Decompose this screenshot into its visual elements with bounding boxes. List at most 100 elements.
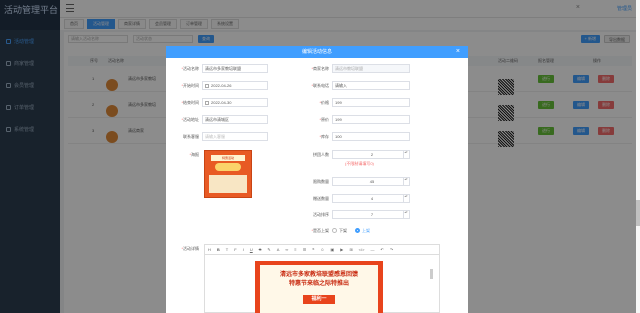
align-icon[interactable]: ☰ [303,247,307,252]
image-icon[interactable]: ▣ [330,247,334,252]
end-date-row: *结束时间 2022-04-30 [168,98,268,107]
field-label: 拼团人数 [313,151,329,157]
limit-c-stepper[interactable]: 7 ▴▾ [332,210,410,219]
redo-icon[interactable]: ↷ [390,247,393,252]
limit-b-value: 4 [370,196,374,201]
field-label: 联系客服 [183,133,199,139]
pen-icon[interactable]: ✎ [267,247,270,252]
field-label: 商家名称 [313,65,329,71]
group-num-value: 2 [370,152,374,157]
field-label: 活动地址 [183,116,199,122]
content-banner-image: 清远市多家教培联盟感恩回馈 特惠节来临之际特推出 福利一 [255,261,383,313]
field-label: 活动详情 [183,245,199,251]
poster-title: 特惠活动 [211,155,245,161]
close-icon[interactable]: × [456,46,460,58]
poster-body [209,175,247,193]
banner-line-2: 特惠节来临之际特推出 [288,281,349,287]
field-label: 原价 [321,116,329,122]
field-label: 结束时间 [183,99,199,105]
merchant-row: *商家名称 清远市教培联盟 [298,64,410,73]
italic-icon[interactable]: I [243,247,244,252]
field-label: 联系电话 [313,82,329,88]
stepper-arrows-icon[interactable]: ▴▾ [403,195,408,202]
price-row: *价格 199 [298,98,410,107]
limit-a-stepper[interactable]: 45 ▴▾ [332,177,410,186]
divider-icon[interactable]: — [370,247,374,252]
field-label: 是否上架 [313,227,329,233]
orig-price-row: *原价 199 [298,115,410,124]
limit-a-value: 45 [369,179,375,184]
code-icon[interactable]: </> [359,247,365,252]
heading-icon[interactable]: H [208,247,211,252]
stepper-arrows-icon[interactable]: ▴▾ [403,211,408,218]
field-label: 活动排序 [313,211,329,217]
calendar-icon [205,100,209,105]
field-label: 海报 [191,151,199,157]
on-sale-row: *是否上架 下架 上架 [311,227,370,234]
field-label: 价格 [321,99,329,105]
group-num-hint: (不限制请填写0) [345,161,374,166]
limit-c-row: 活动排序 7 ▴▾ [298,210,410,219]
editor-body[interactable]: 清远市多家教培联盟感恩回馈 特惠节来临之际特推出 福利一 [205,255,439,313]
undo-icon[interactable]: ↶ [380,247,383,252]
list-icon[interactable]: ≡ [294,247,296,252]
emoji-icon[interactable]: ☺ [320,247,324,252]
radio-icon [332,228,337,233]
detail-row: *活动详情 [181,245,199,251]
stock-row: *库存 100 [298,132,410,141]
field-label: 库存 [321,133,329,139]
radio-selected-icon [355,228,360,233]
limit-b-stepper[interactable]: 4 ▴▾ [332,194,410,203]
strikethrough-icon[interactable]: S [259,247,262,252]
banner-tag: 福利一 [303,295,335,304]
bold-icon[interactable]: B [217,247,220,252]
stock-input[interactable]: 100 [332,132,410,141]
quote-icon[interactable]: ❝ [312,247,314,252]
video-icon[interactable]: ▶ [340,247,343,252]
poster-badge [215,163,241,171]
start-date-value: 2022-04-26 [211,83,232,88]
address-input[interactable]: 清远市清城区 [202,115,268,124]
editor-toolbar: H B T F I U S ✎ A ∞ ≡ ☰ ❝ ☺ ▣ ▶ ⊞ </> — … [205,245,439,255]
limit-c-value: 7 [370,212,374,217]
table-icon[interactable]: ⊞ [349,247,352,252]
dialog-title: 编辑活动信息 [301,49,332,55]
radio-label: 下架 [339,227,347,233]
orig-price-input[interactable]: 199 [332,115,410,124]
limit-b-row: 赠送数量 4 ▴▾ [298,194,410,203]
poster-image[interactable]: 特惠活动 [204,150,252,198]
page-scrollbar[interactable] [636,0,640,313]
font-family-icon[interactable]: F [234,247,236,252]
field-label: 开始时间 [183,82,199,88]
underline-icon[interactable]: U [250,247,253,252]
field-label: 限购数量 [313,178,329,184]
field-label: 活动名称 [183,65,199,71]
calendar-icon [205,83,209,88]
contact-row: *联系电话 请输入 [298,81,410,90]
group-num-row: 拼团人数 2 ▴▾ [298,150,410,159]
group-num-stepper[interactable]: 2 ▴▾ [332,150,410,159]
contact-input[interactable]: 请输入 [332,81,410,90]
text-color-icon[interactable]: A [277,247,280,252]
merchant-select[interactable]: 清远市教培联盟 [332,64,410,73]
stepper-arrows-icon[interactable]: ▴▾ [403,178,408,185]
scrollbar-thumb[interactable] [636,200,640,226]
field-label: 赠送数量 [313,195,329,201]
link-icon[interactable]: ∞ [285,247,288,252]
service-input[interactable]: 请输入客服 [202,132,268,141]
radio-on-shelf[interactable]: 上架 [355,228,370,234]
editor-scrollbar[interactable] [430,269,433,279]
end-date-input[interactable]: 2022-04-30 [202,98,268,107]
price-input[interactable]: 199 [332,98,410,107]
service-row: 联系客服 请输入客服 [168,132,268,141]
start-date-row: *开始时间 2022-04-26 [168,81,268,90]
activity-name-row: *活动名称 清远市多家教培联盟 [168,64,268,73]
start-date-input[interactable]: 2022-04-26 [202,81,268,90]
address-row: *活动地址 清远市清城区 [168,115,268,124]
stepper-arrows-icon[interactable]: ▴▾ [403,151,408,158]
activity-name-input[interactable]: 清远市多家教培联盟 [202,64,268,73]
radio-off-shelf[interactable]: 下架 [332,228,347,234]
font-size-icon[interactable]: T [226,247,228,252]
end-date-value: 2022-04-30 [211,100,232,105]
rich-text-editor[interactable]: H B T F I U S ✎ A ∞ ≡ ☰ ❝ ☺ ▣ ▶ ⊞ </> — … [204,244,440,313]
